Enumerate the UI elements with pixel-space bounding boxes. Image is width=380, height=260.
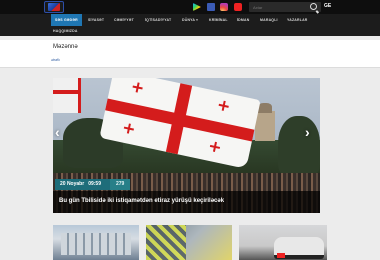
hero-church bbox=[255, 103, 275, 141]
hero-slider[interactable]: ‹ › 20 Noyabr 09:59 279 Bu gün Tbilisidə … bbox=[53, 78, 320, 213]
nav-item-world[interactable]: DÜNYA ▾ bbox=[182, 14, 198, 26]
nav-item-sport[interactable]: İDMAN bbox=[237, 14, 249, 26]
page-header: Məzənnə ətraflı bbox=[0, 40, 380, 68]
page-title: Məzənnə bbox=[53, 44, 78, 50]
instagram-icon[interactable] bbox=[220, 3, 228, 11]
nav-item-politics[interactable]: SİYASƏT bbox=[88, 14, 104, 26]
nav-item-authors[interactable]: YAZARLAR bbox=[287, 14, 308, 26]
slider-next-icon[interactable]: › bbox=[305, 125, 315, 139]
news-thumbnail[interactable] bbox=[146, 225, 232, 260]
slider-prev-icon[interactable]: ‹ bbox=[55, 125, 65, 139]
main-nav-row2: HAQQIMIZDA bbox=[0, 26, 380, 36]
top-header: GE bbox=[0, 0, 380, 14]
hero-headline[interactable]: Bu gün Tbilisidə iki istiqamətdən etiraz… bbox=[53, 191, 320, 213]
nav-item-home[interactable]: SƏS GƏDƏR bbox=[51, 14, 82, 26]
youtube-icon[interactable] bbox=[234, 3, 242, 11]
nav-item-crime[interactable]: KRİMİNAL bbox=[209, 14, 228, 26]
site-logo[interactable] bbox=[44, 1, 64, 13]
search-icon[interactable] bbox=[310, 3, 317, 10]
main-nav: SƏS GƏDƏR SİYASƏT CƏMİYYƏT İQTİSADİYYAT … bbox=[0, 14, 380, 26]
play-store-icon[interactable] bbox=[193, 3, 201, 11]
nav-item-economy[interactable]: İQTİSADİYYAT bbox=[145, 14, 171, 26]
nav-item-society[interactable]: CƏMİYYƏT bbox=[114, 14, 134, 26]
language-switch[interactable]: GE bbox=[324, 3, 331, 9]
facebook-icon[interactable] bbox=[207, 3, 215, 11]
breadcrumb[interactable]: ətraflı bbox=[51, 58, 60, 62]
hero-meta: 20 Noyabr 09:59 279 bbox=[55, 179, 131, 190]
hero-flag-small bbox=[53, 78, 81, 113]
news-thumbnail[interactable] bbox=[239, 225, 327, 260]
nav-item-about[interactable]: HAQQIMIZDA bbox=[53, 26, 78, 36]
hero-date: 20 Noyabr 09:59 bbox=[55, 179, 110, 190]
hero-views: 279 bbox=[109, 179, 131, 190]
news-thumbnail[interactable] bbox=[53, 225, 139, 260]
nav-item-interesting[interactable]: MARAQLI bbox=[260, 14, 278, 26]
